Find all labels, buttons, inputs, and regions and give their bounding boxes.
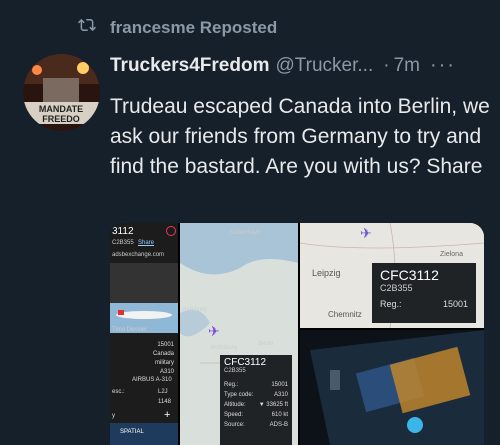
flight-info-card-2: CFC3112 C2B355 Reg.: 15001 [372, 263, 476, 323]
tweet-media-grid[interactable]: 3112 C2B355 Share adsbexchange.com Timo … [110, 223, 484, 445]
panel1-type-full: AIRBUS A-310 [132, 377, 172, 383]
panel1-share: Share [138, 240, 155, 246]
media-image-3[interactable]: ✈ Zielona Leipzig Chemnitz CFC3112 C2B35… [300, 223, 484, 328]
more-options-icon[interactable]: ··· [430, 54, 456, 77]
separator-dot: · [383, 54, 390, 76]
repost-label: francesme Reposted [110, 17, 278, 37]
tweet-header: Truckers4Fredom @Trucker... · 7m ··· [110, 54, 490, 77]
map-city-wolfsburg: Wolfsburg [210, 345, 237, 351]
flight-callsign: CFC3112 [224, 357, 267, 368]
repost-indicator[interactable]: francesme Reposted [78, 16, 277, 39]
panel1-value-l2j: L2J [158, 389, 168, 395]
map-city-berlin: Berlin [258, 341, 274, 347]
panel1-value-1148: 1148 [158, 399, 171, 405]
media-image-2[interactable]: Kobenhavn Berlin Wolfsburg Hamburg ✈ CFC… [180, 223, 298, 445]
flight-sub-2: C2B355 [380, 283, 413, 293]
flight-callsign-2: CFC3112 [380, 267, 439, 283]
add-icon: + [164, 409, 171, 421]
author-handle[interactable]: @Trucker... [275, 55, 373, 77]
panel1-tag: Timo Dessier [112, 327, 148, 333]
panel1-callsign: 3112 [112, 226, 134, 237]
panel1-site: adsbexchange.com [112, 252, 165, 258]
flight-info-card: CFC3112 C2B355 Reg.: 15001 Type code: A310… [220, 355, 292, 445]
media-image-1[interactable]: 3112 C2B355 Share adsbexchange.com Timo … [110, 223, 178, 445]
reg-label: Reg.: [380, 299, 402, 309]
panel1-sub: C2B355 [112, 240, 134, 246]
map3-city-leipzig: Leipzig [312, 268, 341, 278]
tweet-text: Trudeau escaped Canada into Berlin, we a… [110, 95, 490, 178]
author-name[interactable]: Truckers4Fredom [110, 55, 269, 77]
avatar[interactable]: MANDATE FREEDO [23, 54, 100, 131]
map-city-hamburg: Hamburg [182, 307, 207, 313]
map3-city-zielona: Zielona [440, 251, 463, 258]
close-icon [166, 226, 176, 236]
timestamp[interactable]: 7m [394, 55, 420, 77]
avatar-sign-line-2: FREEDO [42, 114, 80, 124]
media-image-4[interactable] [300, 330, 484, 445]
map3-city-chemnitz: Chemnitz [328, 310, 362, 319]
avatar-sign-line-1: MANDATE [39, 104, 83, 114]
plane-icon-2: ✈ [360, 225, 372, 241]
repost-icon [78, 16, 96, 39]
panel1-footer: SPATIAL [110, 423, 178, 445]
reg-value: 15001 [442, 299, 468, 309]
panel1-values: 15001 Canada military A310 [152, 342, 174, 375]
plane-icon: ✈ [208, 323, 220, 339]
map-city-kobenhavn: Kobenhavn [230, 230, 261, 236]
panel1-label-y: y [112, 413, 115, 419]
airplane-image [116, 310, 172, 319]
flight-sub: C2B355 [224, 368, 246, 374]
panel1-label-esc: esc.: [112, 389, 125, 395]
